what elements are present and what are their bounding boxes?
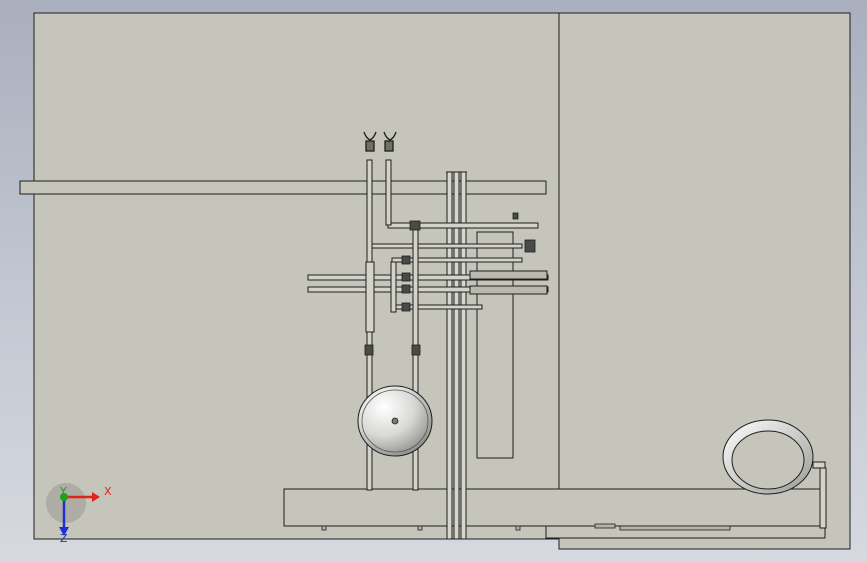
vertical-support-column [476, 231, 514, 459]
triad-z-label: Z [60, 532, 68, 545]
spherical-receiver-tank [357, 385, 433, 457]
assembly-front-view[interactable] [0, 0, 867, 562]
base-skid [283, 488, 826, 527]
horizontal-beam [19, 180, 547, 195]
cad-graphics-viewport[interactable]: X Y Z [0, 0, 867, 562]
triad-x-label: X [104, 485, 112, 498]
triad-y-label: Y [60, 485, 67, 498]
